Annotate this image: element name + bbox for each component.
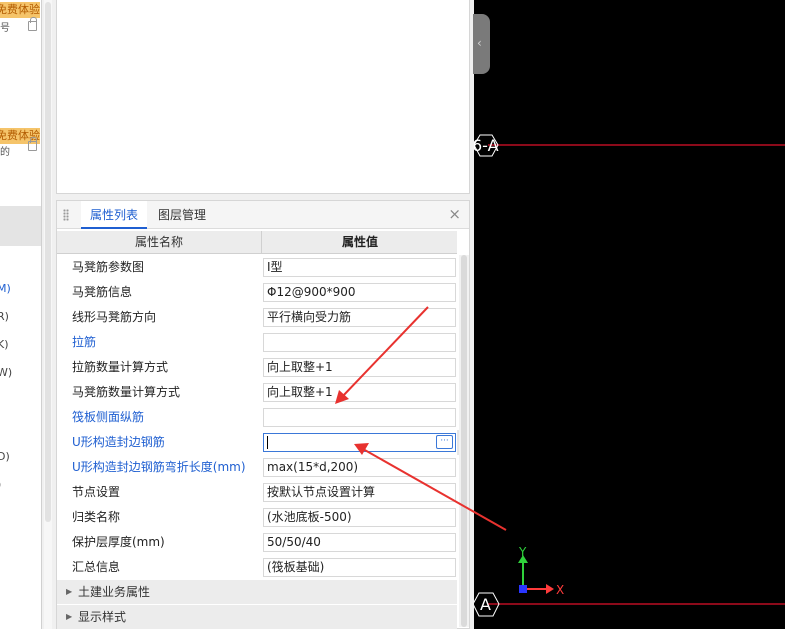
drag-grip-icon[interactable] xyxy=(63,209,69,221)
property-row[interactable]: 拉筋 xyxy=(57,330,457,355)
property-value-field[interactable]: 按默认节点设置计算 xyxy=(263,483,456,502)
property-name: 节点设置 xyxy=(72,485,121,499)
group-label: 土建业务属性 xyxy=(78,585,151,599)
ucs-y-label: Y xyxy=(518,545,527,559)
component-tree-strip: 免费体验 号 免费体验 的 M) R) K) W) D) ) xyxy=(0,0,42,629)
lock-icon xyxy=(28,17,37,31)
group-row-civil-attributes[interactable]: ▶ 土建业务属性 xyxy=(57,580,457,604)
tree-item-fragment[interactable]: ) xyxy=(0,478,1,491)
property-name: 马凳筋数量计算方式 xyxy=(72,385,181,399)
group-row-display-style[interactable]: ▶ 显示样式 xyxy=(57,605,457,629)
property-value-field[interactable] xyxy=(263,333,456,352)
tab-layer-management[interactable]: 图层管理 xyxy=(149,201,215,229)
property-value-field[interactable]: Ⅰ型 xyxy=(263,258,456,277)
property-name: 筏板侧面纵筋 xyxy=(72,410,145,424)
tree-item-fragment[interactable]: R) xyxy=(0,310,9,323)
app-window: 免费体验 号 免费体验 的 M) R) K) W) D) ) 属性列表 图层管理… xyxy=(0,0,785,629)
trial-badge[interactable]: 免费体验 xyxy=(0,2,40,18)
panel-collapse-handle[interactable]: ‹ xyxy=(473,14,490,74)
property-row[interactable]: 马凳筋数量计算方式 向上取整+1 xyxy=(57,380,457,405)
tab-property-list[interactable]: 属性列表 xyxy=(81,201,148,229)
tree-scrollbar[interactable] xyxy=(44,0,52,629)
close-icon[interactable]: × xyxy=(448,207,461,222)
property-panel: 属性列表 图层管理 × 属性名称 属性值 马凳筋参数图 Ⅰ型 马凳筋信息 Φ12… xyxy=(56,200,470,629)
component-preview-panel xyxy=(56,0,470,194)
property-row[interactable]: 归类名称 (水池底板-500) xyxy=(57,505,457,530)
tree-scrollbar-thumb[interactable] xyxy=(45,2,51,522)
property-grid-header: 属性名称 属性值 xyxy=(57,231,457,254)
property-value-field[interactable]: max(15*d,200) xyxy=(263,458,456,477)
property-value-field[interactable]: 50/50/40 xyxy=(263,533,456,552)
column-header-value: 属性值 xyxy=(341,235,378,249)
property-name: 马凳筋参数图 xyxy=(72,260,145,274)
lock-icon xyxy=(28,137,37,151)
property-value-input[interactable]: ··· xyxy=(263,433,456,452)
property-value-field[interactable]: (筏板基础) xyxy=(263,558,456,577)
property-value-field[interactable]: 向上取整+1 xyxy=(263,358,456,377)
property-row[interactable]: 筏板侧面纵筋 xyxy=(57,405,457,430)
ucs-x-label: X xyxy=(556,583,564,597)
axis-label-a: A xyxy=(480,595,491,614)
column-header-name: 属性名称 xyxy=(57,231,262,254)
text-caret xyxy=(267,436,268,449)
property-row[interactable]: 保护层厚度(mm) 50/50/40 xyxy=(57,530,457,555)
property-value-field[interactable]: (水池底板-500) xyxy=(263,508,456,527)
tree-item-fragment[interactable]: D) xyxy=(0,450,10,463)
ucs-x-arrow-icon xyxy=(546,584,554,594)
property-name: 马凳筋信息 xyxy=(72,285,133,299)
property-row[interactable]: 马凳筋参数图 Ⅰ型 xyxy=(57,255,457,280)
property-row[interactable]: 马凳筋信息 Φ12@900*900 xyxy=(57,280,457,305)
property-name: 保护层厚度(mm) xyxy=(72,535,165,549)
property-row[interactable]: 拉筋数量计算方式 向上取整+1 xyxy=(57,355,457,380)
axis-label-6a: 6-A xyxy=(474,136,499,155)
drawing-viewport[interactable]: 6-A A Y X xyxy=(474,0,785,629)
expand-arrow-icon[interactable]: ▶ xyxy=(66,605,72,629)
property-value-field[interactable] xyxy=(263,408,456,427)
property-grid-scrollbar[interactable] xyxy=(459,255,469,627)
ucs-origin-icon xyxy=(519,585,527,593)
property-name: 拉筋 xyxy=(72,335,97,349)
selected-tree-item[interactable] xyxy=(0,206,41,246)
property-value-field[interactable]: 平行横向受力筋 xyxy=(263,308,456,327)
property-grid-scrollbar-thumb[interactable] xyxy=(461,255,467,627)
group-label: 显示样式 xyxy=(78,610,127,624)
property-row[interactable]: 线形马凳筋方向 平行横向受力筋 xyxy=(57,305,457,330)
property-row[interactable]: 汇总信息 (筏板基础) xyxy=(57,555,457,580)
property-value-field[interactable]: Φ12@900*900 xyxy=(263,283,456,302)
tree-item-fragment: 的 xyxy=(0,147,10,158)
property-name: U形构造封边钢筋 xyxy=(72,435,165,449)
tree-item-fragment[interactable]: M) xyxy=(0,282,11,295)
property-row[interactable]: 节点设置 按默认节点设置计算 xyxy=(57,480,457,505)
tree-item-fragment[interactable]: K) xyxy=(0,338,9,351)
ellipsis-button[interactable]: ··· xyxy=(436,435,453,449)
property-row-active[interactable]: U形构造封边钢筋 ··· xyxy=(57,430,462,455)
property-name: 线形马凳筋方向 xyxy=(72,310,157,324)
property-value-field[interactable]: 向上取整+1 xyxy=(263,383,456,402)
expand-arrow-icon[interactable]: ▶ xyxy=(66,580,72,604)
tree-item-fragment[interactable]: W) xyxy=(0,366,12,379)
property-row[interactable]: U形构造封边钢筋弯折长度(mm) max(15*d,200) xyxy=(57,455,457,480)
property-name: 拉筋数量计算方式 xyxy=(72,360,169,374)
tree-item-fragment: 号 xyxy=(0,23,10,34)
panel-tabbar: 属性列表 图层管理 × xyxy=(57,201,469,229)
drawing-canvas[interactable]: 6-A A Y X xyxy=(474,0,785,629)
chevron-left-icon: ‹ xyxy=(477,36,482,50)
property-name: 归类名称 xyxy=(72,510,121,524)
property-name: 汇总信息 xyxy=(72,560,121,574)
property-name: U形构造封边钢筋弯折长度(mm) xyxy=(72,460,246,474)
